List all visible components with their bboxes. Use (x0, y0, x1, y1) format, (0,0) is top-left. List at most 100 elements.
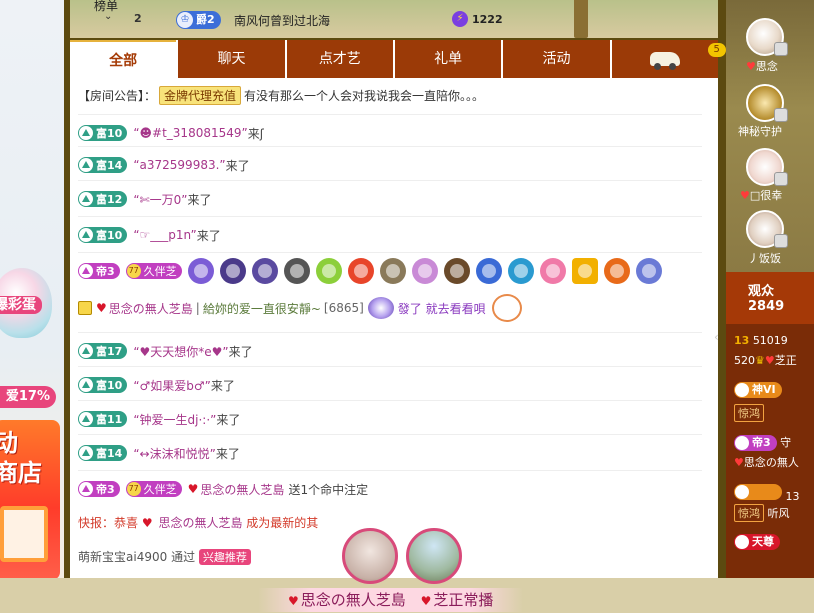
audience-level: 13 (734, 334, 750, 347)
audience-row[interactable]: 13 (734, 484, 800, 503)
tab-gifts[interactable]: 礼单 (392, 40, 502, 78)
entry-suffix: 来了 (228, 344, 253, 359)
entry-user[interactable]: “☻#t_318081549” (133, 126, 247, 140)
entry-user[interactable]: “☞___p1n” (133, 228, 196, 242)
audience-header[interactable]: 观众 2849 (726, 272, 814, 324)
audience-row[interactable]: 惊鸿 (734, 404, 764, 422)
bolt-value: 1222 (472, 13, 503, 26)
wealth-level-label: 富11 (96, 413, 123, 426)
audience-row[interactable]: 13 51019 (734, 334, 788, 347)
triangle-icon (79, 344, 93, 358)
chevron-down-icon[interactable]: ⌄ (104, 11, 112, 22)
medal-icon[interactable] (251, 258, 278, 284)
heart-icon: ♥ (141, 516, 153, 530)
rank-user-name[interactable]: 南风何曾到过北海 (234, 12, 330, 29)
egg-promo[interactable]: 爆彩蛋 (0, 268, 56, 364)
avatar[interactable] (406, 528, 462, 584)
audience-row[interactable]: 天尊 (734, 534, 780, 550)
medal-icon[interactable] (443, 258, 470, 284)
triangle-icon (79, 228, 93, 242)
medal-icon[interactable] (315, 258, 342, 284)
event-shop-promo[interactable]: 动 商店 (0, 420, 60, 578)
avatar[interactable] (342, 528, 398, 584)
entry-suffix: 来ʃ (247, 126, 264, 141)
medal-icon[interactable] (411, 258, 438, 284)
triangle-icon (79, 378, 93, 392)
entry-user[interactable]: “♂如果爱b♂” (133, 377, 211, 394)
medal-icon[interactable] (283, 258, 310, 284)
medal-icon[interactable] (635, 258, 662, 284)
emperor-level-label: 帝3 (96, 483, 115, 496)
audience-row[interactable]: 帝3 守 (734, 434, 791, 451)
tab-vehicle[interactable]: 5 (609, 40, 726, 78)
group-tag: 惊鸿 (734, 404, 764, 422)
rank-number: 2 (134, 12, 142, 25)
crown-icon: ♛ (755, 354, 765, 367)
entry-user[interactable]: “钟爱一生dj·:·” (133, 411, 216, 428)
shield-icon (774, 172, 788, 186)
avatar[interactable] (746, 210, 788, 248)
avatar[interactable] (746, 18, 788, 56)
chat-user-name[interactable]: 思念の無人芝島 (109, 300, 193, 317)
group-tag: 惊鸿 (734, 504, 764, 522)
notice-prefix: 【房间公告】： (78, 89, 157, 103)
tab-chat[interactable]: 聊天 (176, 40, 285, 78)
entry-user[interactable]: “a372599983.” (133, 158, 225, 172)
tab-all[interactable]: 全部 (70, 40, 177, 78)
medal-icon[interactable] (219, 258, 246, 284)
entry-user[interactable]: “♥天天想你*e♥” (133, 343, 228, 360)
medal-icon[interactable] (507, 258, 534, 284)
medal-icon[interactable] (571, 258, 598, 284)
entry-suffix: 来了 (187, 192, 212, 207)
news-user[interactable]: 思念の無人芝島 (158, 516, 242, 530)
tab-activity[interactable]: 活动 (501, 40, 610, 78)
entry-suffix: 来了 (225, 158, 250, 173)
chat-separator: | (195, 301, 200, 315)
guard-label: ♥思念 (746, 58, 814, 74)
audience-row[interactable]: 惊鸿 听风 (734, 504, 790, 522)
emperor-level-badge: 帝3 (78, 263, 120, 279)
guard-label: ♥□很幸 (740, 187, 814, 203)
wealth-level-label: 富17 (96, 345, 123, 358)
medal-icon[interactable] (475, 258, 502, 284)
supreme-level-badge: 天尊 (734, 534, 780, 550)
egg-promo-label: 爆彩蛋 (0, 296, 42, 314)
tab-all-label: 全部 (109, 53, 138, 69)
wealth-level-label: 富14 (96, 447, 123, 460)
wing-badge-icon (367, 297, 394, 319)
god-level-badge: 神VI (734, 382, 782, 398)
heart-icon: ♥ (288, 594, 299, 608)
avatar[interactable] (746, 84, 788, 122)
recommend-user[interactable]: 萌新宝宝ai4900 (78, 550, 167, 564)
medal-icon[interactable] (603, 258, 630, 284)
shop-line-1: 动 (0, 429, 18, 457)
medal-icon[interactable] (347, 258, 374, 284)
top-rank-strip: 榜单 ⌄ 2 ♔ 爵2 南风何曾到过北海 ⚡ 1222 (70, 0, 718, 38)
audience-count: 2849 (748, 299, 785, 314)
tab-talent-label: 点才艺 (318, 51, 361, 67)
avatar[interactable] (746, 148, 788, 186)
gift-sender[interactable]: 思念の無人芝島 (200, 481, 284, 498)
recommend-via: 通过 (171, 550, 196, 564)
collapse-chevron-icon[interactable]: ‹ (714, 330, 724, 370)
notice-tag[interactable]: 金牌代理充值 (159, 86, 242, 105)
live-banner[interactable]: ♥ 思念の無人芝島 ♥ 芝正常播 (258, 588, 524, 612)
recommend-tag: 兴趣推荐 (198, 549, 251, 565)
entry-user[interactable]: “✄一万0” (133, 191, 187, 208)
entry-row: 富11 “钟爱一生dj·:·” 来了 (78, 400, 702, 434)
triangle-icon (79, 412, 93, 426)
chat-count: [6865] (323, 301, 364, 315)
companion-label: 久伴芝 (143, 265, 177, 278)
tab-talent[interactable]: 点才艺 (284, 40, 393, 78)
entry-user[interactable]: “↔沫沫和悦悦” (133, 445, 216, 462)
medal-icon[interactable] (187, 258, 214, 284)
companion-badge: 77 久伴芝 (125, 263, 182, 279)
audience-row[interactable]: ♥思念の無人 (734, 454, 799, 470)
triangle-icon (79, 264, 93, 278)
audience-row[interactable]: 神VI (734, 382, 782, 398)
medal-icon[interactable] (539, 258, 566, 284)
medal-icon[interactable] (379, 258, 406, 284)
guard-tag: 守 (780, 436, 792, 449)
entry-suffix: 来了 (196, 228, 221, 243)
audience-row[interactable]: 520♛♥芝正 (734, 352, 797, 368)
